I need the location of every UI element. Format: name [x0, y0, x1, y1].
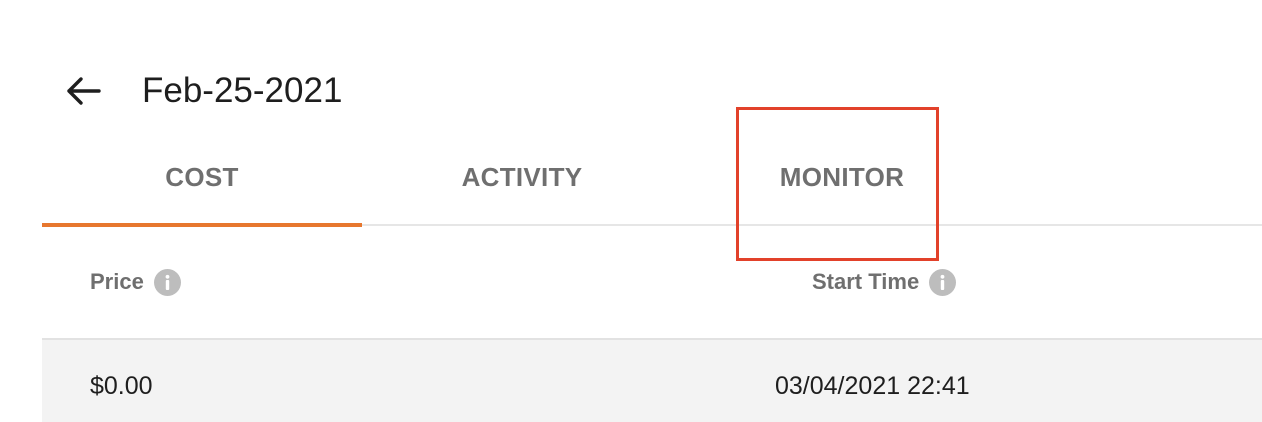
back-button[interactable]	[62, 70, 104, 112]
column-header-label: Price	[90, 269, 144, 294]
table-row[interactable]: $0.00 03/04/2021 22:41	[42, 338, 1262, 422]
tab-cost[interactable]: COST	[42, 130, 362, 227]
arrow-left-icon	[67, 77, 101, 105]
price-cell: $0.00	[90, 372, 153, 400]
column-header-start-time: Start Time	[812, 264, 957, 300]
tab-activity[interactable]: ACTIVITY	[362, 130, 682, 224]
column-header-price: Price	[90, 264, 181, 300]
tab-monitor[interactable]: MONITOR	[682, 130, 1002, 224]
tab-bar: COST ACTIVITY MONITOR	[42, 130, 1262, 227]
page-title: Feb-25-2021	[142, 71, 343, 110]
start-time-cell: 03/04/2021 22:41	[775, 372, 970, 400]
info-icon[interactable]	[929, 268, 957, 296]
info-icon[interactable]	[153, 268, 181, 296]
page: Feb-25-2021 COST ACTIVITY MONITOR Price …	[0, 0, 1262, 422]
column-header-label: Start Time	[812, 269, 920, 294]
